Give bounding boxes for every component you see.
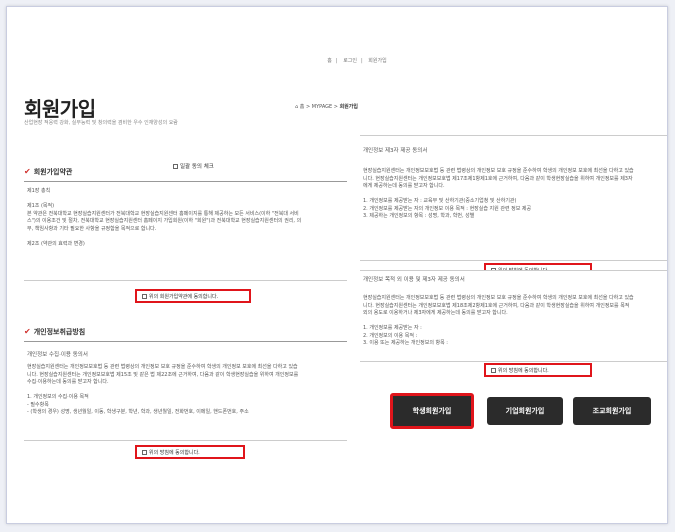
other-use-line: 니다. 현장실습지원센터는 개인정보보호법 제18조제2항제1호에 근거하여, …	[363, 302, 630, 309]
privacy-line: - 필수항목	[27, 401, 49, 408]
third-party-line: 에게 제공하는데 동의를 받고자 합니다.	[363, 183, 445, 189]
terms-line: 스")의 이용조건 및 절차, 전북대학교 현장실습지원센터 홈페이지 가입회원…	[27, 218, 302, 224]
third-party-box[interactable]: 개인정보 제3자 제공 동의서 현장실습지원센터는 개인정보보호법 등 관련 법…	[360, 135, 667, 261]
privacy-agree-checkbox[interactable]: 위의 방침에 동의합니다.	[135, 445, 245, 459]
terms-line: 제1장 총칙	[27, 188, 51, 194]
terms-line	[27, 233, 344, 241]
breadcrumb-mypage[interactable]: MYPAGE	[312, 104, 332, 110]
other-use-line: 현장실습지원센터는 개인정보보호법 등 관련 법령상의 개인정보 보호 규정을 …	[363, 295, 634, 301]
company-join-button[interactable]: 기업회원가입	[487, 397, 563, 425]
student-join-button[interactable]: 학생회원가입	[390, 393, 474, 429]
other-use-line: 외의 용도로 이용하거나 제3자에게 제공하는데 동의를 받고자 합니다.	[363, 310, 508, 316]
privacy-box[interactable]: 개인정보 수집·이용 동의서 현장실습지원센터는 개인정보보호법 등 관련 법령…	[24, 341, 347, 441]
other-use-agree-checkbox[interactable]: 위의 방침에 동의합니다.	[484, 363, 592, 377]
terms-box[interactable]: 제1장 총칙 제1조 (목적) 본 약관은 전북대학교 현장실습지원센터가 전북…	[24, 181, 347, 281]
third-party-line: 1. 개인정보를 제공받는 자 : 교육부 및 산하기관(중소기업청 및 산하기…	[363, 198, 517, 204]
terms-line	[27, 196, 344, 204]
privacy-box-title: 개인정보 수집·이용 동의서	[27, 352, 88, 358]
all-agree-label: 일괄 동의 체크	[180, 164, 214, 170]
checkbox-icon[interactable]	[173, 164, 178, 169]
terms-line: 본 약관은 전북대학교 현장실습지원센터가 전북대학교 현장실습지원센터 홈페이…	[27, 210, 299, 217]
third-party-line: 3. 제공하는 개인정보의 항목 : 성명, 학과, 학번, 성별	[363, 213, 475, 219]
other-use-line: 1. 개인정보를 제공받는 자 :	[363, 325, 422, 331]
privacy-line: - (학생의 경우) 성명, 생년월일, 이동, 학생구분, 학년, 학과, 생…	[27, 409, 249, 415]
privacy-line: 1. 개인정보의 수집·이용 목적	[27, 394, 89, 400]
page-title: 회원가입	[24, 97, 96, 121]
privacy-heading: ✔ 개인정보취급방침	[24, 327, 85, 337]
third-party-line: 니다. 현장실습지원센터는 개인정보보호법 제17조제1항제1호에 근거하여, …	[363, 175, 633, 182]
home-icon: ⌂	[295, 104, 299, 110]
third-party-box-title: 개인정보 제3자 제공 동의서	[363, 148, 428, 154]
checkbox-icon[interactable]	[491, 367, 496, 373]
privacy-agree-label: 위의 방침에 동의합니다.	[149, 449, 200, 456]
breadcrumb-home[interactable]: 홈	[300, 104, 305, 110]
checkbox-icon[interactable]	[142, 449, 147, 455]
third-party-line	[363, 191, 666, 199]
page-subtitle: 산업현장 적응력 강화, 실무능력 및 창의력을 겸비한 우수 인재양성의 요람	[24, 120, 178, 126]
privacy-heading-label: 개인정보취급방침	[33, 328, 86, 336]
top-nav: 홈 | 로그인 | 회원가입	[327, 58, 387, 64]
top-nav-login[interactable]: 로그인	[343, 58, 357, 64]
terms-heading: ✔ 회원가입약관	[24, 167, 72, 177]
third-party-line: 2. 개인정보를 제공받는 자의 개인정보 이용 목적 : 현장실습 지원 관련…	[363, 205, 532, 212]
privacy-line: 현장실습지원센터는 개인정보보호법 등 관련 법령상의 개인정보 보호 규정을 …	[27, 364, 298, 370]
top-nav-join[interactable]: 회원가입	[368, 58, 386, 64]
checkmark-icon: ✔	[24, 167, 31, 176]
page-frame: 홈 | 로그인 | 회원가입 회원가입 ⌂ 홈 > MYPAGE > 회원가입 산업…	[6, 6, 668, 524]
other-use-line: 2. 개인정보의 이용 목적 :	[363, 332, 418, 339]
all-agree-checkbox[interactable]: 일괄 동의 체크	[173, 162, 214, 170]
privacy-line	[27, 387, 344, 395]
terms-agree-label: 위의 회원가입약관에 동의합니다.	[149, 293, 219, 300]
breadcrumb: ⌂ 홈 > MYPAGE > 회원가입	[295, 104, 358, 110]
other-use-box-title: 개인정보 목적 외 이용 및 제3자 제공 동의서	[363, 277, 465, 283]
top-nav-home[interactable]: 홈	[327, 58, 332, 64]
other-use-line: 3. 이용 또는 제공하는 개인정보의 항목 :	[363, 340, 448, 346]
third-party-line: 현장실습지원센터는 개인정보보호법 등 관련 법령상의 개인정보 보호 규정을 …	[363, 168, 634, 174]
terms-line: 제2조 (약관의 효력과 변경)	[27, 240, 85, 247]
breadcrumb-current: 회원가입	[339, 104, 358, 110]
teacher-join-button[interactable]: 조교회원가입	[573, 397, 651, 425]
other-use-agree-label: 위의 방침에 동의합니다.	[498, 367, 549, 374]
checkmark-icon: ✔	[24, 327, 31, 336]
privacy-line: 니다. 현장실습지원센터는 개인정보보호법 제15조 및 같은 법 제22조에 …	[27, 371, 299, 378]
other-use-line	[363, 318, 666, 326]
terms-heading-label: 회원가입약관	[33, 168, 73, 176]
other-use-box[interactable]: 개인정보 목적 외 이용 및 제3자 제공 동의서 현장실습지원센터는 개인정보…	[360, 270, 667, 362]
terms-line: 무, 책임사항과 기타 필요한 사항을 규정함을 목적으로 합니다.	[27, 225, 157, 232]
checkbox-icon[interactable]	[142, 293, 147, 299]
terms-line: 제1조 (목적)	[27, 203, 55, 209]
privacy-line: 수집·이용하는데 동의를 받고자 합니다.	[27, 379, 109, 385]
terms-agree-checkbox[interactable]: 위의 회원가입약관에 동의합니다.	[135, 289, 251, 303]
